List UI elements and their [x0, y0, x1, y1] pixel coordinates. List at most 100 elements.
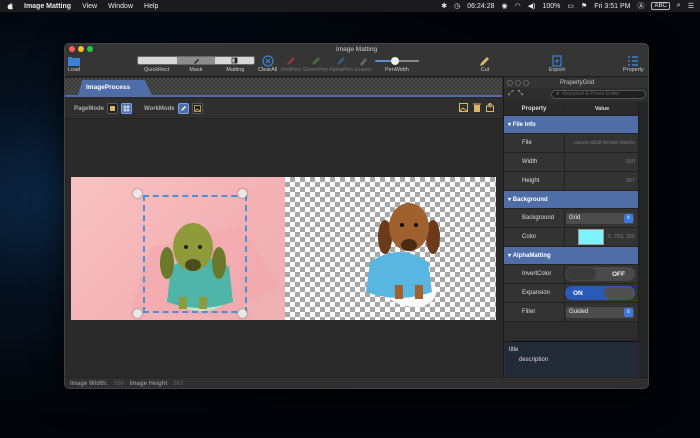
row-expansion[interactable]: Expansion ON — [504, 284, 639, 303]
image-width-value: 550 — [113, 381, 124, 387]
invertcolor-toggle[interactable]: OFF — [565, 267, 635, 281]
mask-segment[interactable] — [176, 57, 216, 64]
matting-result-image[interactable] — [285, 177, 496, 320]
menu-view[interactable]: View — [82, 3, 97, 10]
export-button[interactable]: Export — [549, 54, 565, 73]
collapse-icon[interactable]: ⤡ — [518, 90, 524, 98]
folder-icon — [68, 54, 81, 67]
row-color[interactable]: Color 0, 250, 255 — [504, 228, 639, 247]
penwidth-slider-thumb[interactable] — [391, 57, 399, 65]
handle-bottom-right[interactable] — [238, 309, 247, 318]
category-label: Background — [512, 196, 548, 203]
handle-top-right[interactable] — [238, 189, 247, 198]
menu-help[interactable]: Help — [144, 3, 158, 10]
export-label: Export — [549, 67, 565, 73]
cut-button[interactable]: Cut — [479, 54, 491, 73]
category-background[interactable]: ▾ Background — [504, 191, 639, 209]
eraser-button[interactable]: Eraser — [355, 54, 371, 73]
row-background[interactable]: Background Grid ⇕ — [504, 209, 639, 228]
quickrect-segment[interactable] — [138, 57, 177, 64]
battery-icon[interactable]: ▭ — [567, 2, 574, 10]
row-width[interactable]: Width 550 — [504, 153, 639, 172]
row-label: InvertColor — [504, 265, 565, 283]
col-property: Property — [504, 102, 565, 115]
control-center-icon[interactable]: ☰ — [688, 2, 694, 10]
load-button[interactable]: Load — [68, 54, 80, 73]
clear-circle-icon — [262, 54, 274, 67]
matting-icon — [231, 57, 238, 64]
chevron-updown-icon: ⇕ — [624, 307, 633, 317]
panel-max-button[interactable] — [523, 80, 529, 86]
user-icon[interactable]: Ⓐ — [637, 1, 644, 11]
image-icon[interactable] — [459, 103, 468, 114]
single-page-icon[interactable] — [107, 103, 119, 114]
property-table-header: Property Value — [504, 102, 639, 116]
chevron-updown-icon: ⇕ — [624, 213, 633, 223]
work-pen-icon[interactable] — [177, 103, 189, 114]
pen-cut-icon — [479, 54, 491, 67]
maximize-window-button[interactable] — [87, 46, 93, 52]
row-label: Background — [504, 209, 565, 227]
clearall-button[interactable]: ClearAll — [258, 54, 277, 73]
row-invertcolor[interactable]: InvertColor OFF — [504, 265, 639, 284]
time-machine-icon[interactable]: ◷ — [454, 2, 460, 10]
handle-bottom-left[interactable] — [133, 309, 142, 318]
export-icon — [551, 54, 563, 67]
canvas-area[interactable] — [65, 120, 502, 375]
color-swatch[interactable] — [578, 229, 605, 245]
work-image-icon[interactable] — [191, 103, 203, 114]
creative-cloud-icon[interactable]: ◉ — [502, 2, 508, 10]
search-placeholder: Keyword & Press Enter — [562, 91, 620, 97]
penwidth-label: PenWidth — [385, 67, 409, 73]
alphapen-button[interactable]: AlphaPen — [329, 54, 353, 73]
greenpen-button[interactable]: GreenPen — [303, 54, 328, 73]
row-filter[interactable]: Filter Guided ⇕ — [504, 303, 639, 322]
spotlight-icon[interactable]: ⌕ — [677, 2, 681, 10]
row-label: Height — [504, 172, 565, 190]
mask-label: Mask — [189, 67, 203, 73]
property-table: Property Value ▾ File Info File canva-ad… — [504, 102, 639, 322]
clock-readout[interactable]: 06:24:28 — [467, 3, 494, 10]
matting-segment[interactable] — [215, 57, 254, 64]
cut-label: Cut — [480, 67, 490, 73]
row-label: Filter — [504, 303, 565, 321]
category-file-info[interactable]: ▾ File Info — [504, 116, 639, 134]
title-bar: Image Matting — [65, 44, 648, 54]
redpen-button[interactable]: RedPen — [281, 54, 301, 73]
panel-close-button[interactable] — [507, 80, 513, 86]
handle-top-left[interactable] — [133, 189, 142, 198]
menubar-datetime[interactable]: Fri 3:51 PM — [594, 3, 630, 10]
flag-icon[interactable]: ⚑ — [581, 2, 587, 10]
expand-icon[interactable]: ⤢ — [508, 90, 514, 98]
filter-dropdown[interactable]: Guided ⇕ — [566, 306, 634, 318]
image-width-label: Image Width: — [70, 381, 108, 387]
selection-rectangle[interactable] — [143, 195, 247, 313]
clearall-label: ClearAll — [258, 67, 278, 73]
menu-app-name[interactable]: Image Matting — [24, 3, 71, 10]
search-icon: ⌕ — [556, 90, 560, 97]
apple-icon[interactable] — [6, 2, 14, 10]
property-grid-scrollbar[interactable] — [638, 102, 648, 385]
expansion-toggle[interactable]: ON — [565, 286, 635, 300]
tab-imageprocess[interactable]: ImageProcess — [78, 80, 152, 95]
minimize-window-button[interactable] — [78, 46, 84, 52]
battery-percent[interactable]: 100% — [542, 3, 560, 10]
grid-page-icon[interactable] — [121, 103, 133, 114]
row-file[interactable]: File canva-adult-brown-dachs — [504, 134, 639, 153]
share-icon[interactable] — [486, 102, 494, 114]
volume-icon[interactable]: ◀) — [528, 2, 536, 10]
wifi-icon[interactable]: ◠ — [515, 2, 521, 10]
trash-icon[interactable] — [473, 103, 481, 114]
category-alpha-matting[interactable]: ▾ AlphaMatting — [504, 247, 639, 265]
row-height[interactable]: Height 367 — [504, 172, 639, 191]
background-dropdown[interactable]: Grid ⇕ — [566, 212, 634, 224]
close-window-button[interactable] — [69, 46, 75, 52]
source-image[interactable] — [71, 177, 285, 320]
property-search-input[interactable]: ⌕ Keyword & Press Enter — [551, 89, 646, 99]
bluetooth-icon[interactable]: ✱ — [441, 2, 447, 10]
property-button[interactable]: Property — [623, 54, 644, 73]
menu-window[interactable]: Window — [108, 3, 133, 10]
toggle-state: ON — [573, 289, 583, 297]
panel-min-button[interactable] — [515, 80, 521, 86]
input-source[interactable]: ABC — [651, 2, 670, 10]
